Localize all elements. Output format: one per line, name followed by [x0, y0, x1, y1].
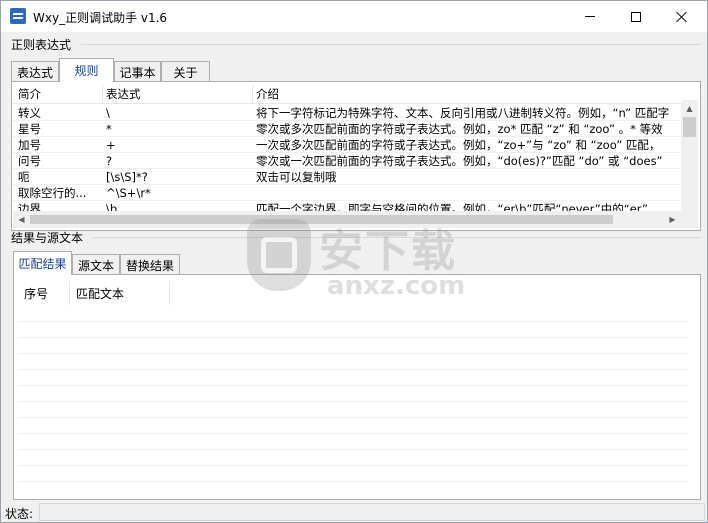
list-gridline: [18, 385, 689, 386]
maximize-icon: [631, 11, 641, 22]
rule-description: 匹配一个字边界，即字与空格间的位置。例如，“er\b”匹配“never”中的“e…: [256, 202, 648, 211]
list-gridline: [18, 337, 689, 338]
rule-description: 将下一字符标记为特殊字符、文本、反向引用或八进制转义符。例如，“n” 匹配字: [256, 106, 670, 120]
column-header-description[interactable]: 介绍: [253, 85, 681, 104]
rule-summary: 加号: [18, 138, 41, 152]
rule-description: 一次或多次匹配前面的字符或子表达式。例如，“zo+”与 “zo” 和 “zoo”…: [256, 138, 661, 152]
column-header-match-text[interactable]: 匹配文本: [70, 281, 170, 305]
rule-summary: 转义: [18, 106, 41, 120]
rules-vertical-scrollbar[interactable]: ▲: [681, 100, 698, 213]
list-gridline: [18, 401, 689, 402]
window-title: Wxy_正则调试助手 v1.6: [33, 11, 168, 25]
match-results-list[interactable]: 序号 匹配文本: [18, 281, 689, 497]
rule-expression: \: [106, 106, 110, 120]
results-group-divider: [93, 237, 701, 238]
rule-summary: 问号: [18, 154, 41, 168]
status-value: [39, 503, 705, 521]
rule-expression: ^\S+\r*: [106, 186, 151, 200]
column-header-summary[interactable]: 简介: [15, 85, 103, 104]
tab-expression[interactable]: 表达式: [11, 61, 59, 82]
regex-group-label: 正则表达式: [11, 38, 72, 52]
main-window: Wxy_正则调试助手 v1.6 正则表达式 表达式 规则 记事本 关于 简介 表…: [0, 0, 708, 523]
rule-expression: \b: [106, 202, 118, 211]
rule-summary: 星号: [18, 122, 41, 136]
rules-table-header: 简介 表达式 介绍: [13, 85, 681, 104]
rule-summary: 呃: [18, 170, 30, 184]
list-gridline: [18, 353, 689, 354]
tab-notepad[interactable]: 记事本: [114, 61, 161, 82]
table-row[interactable]: 边界 \b 匹配一个字边界，即字与空格间的位置。例如，“er\b”匹配“neve…: [13, 201, 681, 211]
close-button[interactable]: [659, 1, 705, 32]
results-list-header: 序号 匹配文本: [18, 281, 689, 305]
column-header-expression[interactable]: 表达式: [103, 85, 253, 104]
list-gridline: [18, 369, 689, 370]
table-row[interactable]: 转义 \ 将下一字符标记为特殊字符、文本、反向引用或八进制转义符。例如，“n” …: [13, 105, 681, 121]
list-gridline: [18, 465, 689, 466]
rules-horizontal-scrollbar[interactable]: ◀ ▶: [13, 211, 681, 228]
table-row[interactable]: 取除空行的... ^\S+\r*: [13, 185, 681, 201]
rule-expression: +: [106, 138, 116, 152]
scroll-up-arrow-icon[interactable]: ▲: [681, 100, 698, 117]
rule-summary: 取除空行的...: [18, 186, 87, 200]
minimize-icon: [585, 16, 595, 17]
close-icon: [676, 11, 688, 23]
app-logo-icon: [10, 8, 26, 24]
scroll-right-arrow-icon[interactable]: ▶: [664, 211, 681, 228]
tab-rules[interactable]: 规则: [59, 58, 114, 82]
status-label: 状态:: [5, 507, 34, 521]
rule-expression: ?: [106, 154, 113, 168]
tab-match-results[interactable]: 匹配结果: [13, 251, 72, 275]
tab-source-text[interactable]: 源文本: [72, 254, 120, 275]
regex-group-divider: [81, 44, 701, 45]
tab-about[interactable]: 关于: [161, 61, 210, 82]
results-group-label: 结果与源文本: [11, 231, 84, 245]
scrollbar-corner: [681, 211, 698, 228]
rule-description: 零次或一次匹配前面的字符或子表达式。例如，“do(es)?”匹配 “do” 或 …: [256, 154, 663, 168]
status-bar: 状态:: [1, 501, 707, 523]
table-row[interactable]: 呃 [\s\S]*? 双击可以复制哦: [13, 169, 681, 185]
rule-summary: 边界: [18, 202, 41, 211]
rule-description: [253, 185, 681, 201]
table-row[interactable]: 星号 * 零次或多次匹配前面的字符或子表达式。例如，zo* 匹配 “z” 和 “…: [13, 121, 681, 137]
rule-description: 零次或多次匹配前面的字符或子表达式。例如，zo* 匹配 “z” 和 “zoo” …: [256, 122, 663, 136]
vertical-scroll-thumb[interactable]: [683, 117, 696, 137]
horizontal-scroll-thumb[interactable]: [30, 215, 613, 224]
rule-expression: [\s\S]*?: [106, 170, 148, 184]
rules-table: 简介 表达式 介绍 转义 \ 将下一字符标记为特殊字符、文本、反向引用或八进制转…: [13, 85, 681, 211]
tab-replace-results[interactable]: 替换结果: [120, 254, 180, 275]
table-row[interactable]: 问号 ? 零次或一次匹配前面的字符或子表达式。例如，“do(es)?”匹配 “d…: [13, 153, 681, 169]
maximize-button[interactable]: [613, 1, 659, 32]
table-row[interactable]: 加号 + 一次或多次匹配前面的字符或子表达式。例如，“zo+”与 “zo” 和 …: [13, 137, 681, 153]
list-gridline: [18, 321, 689, 322]
rule-expression: *: [106, 122, 112, 136]
minimize-button[interactable]: [567, 1, 613, 32]
scroll-left-arrow-icon[interactable]: ◀: [13, 211, 30, 228]
list-gridline: [18, 449, 689, 450]
list-gridline: [18, 481, 689, 482]
column-header-index[interactable]: 序号: [18, 281, 70, 305]
title-bar: Wxy_正则调试助手 v1.6: [1, 1, 707, 32]
list-gridline: [18, 433, 689, 434]
rule-description: 双击可以复制哦: [256, 170, 337, 184]
list-gridline: [18, 417, 689, 418]
